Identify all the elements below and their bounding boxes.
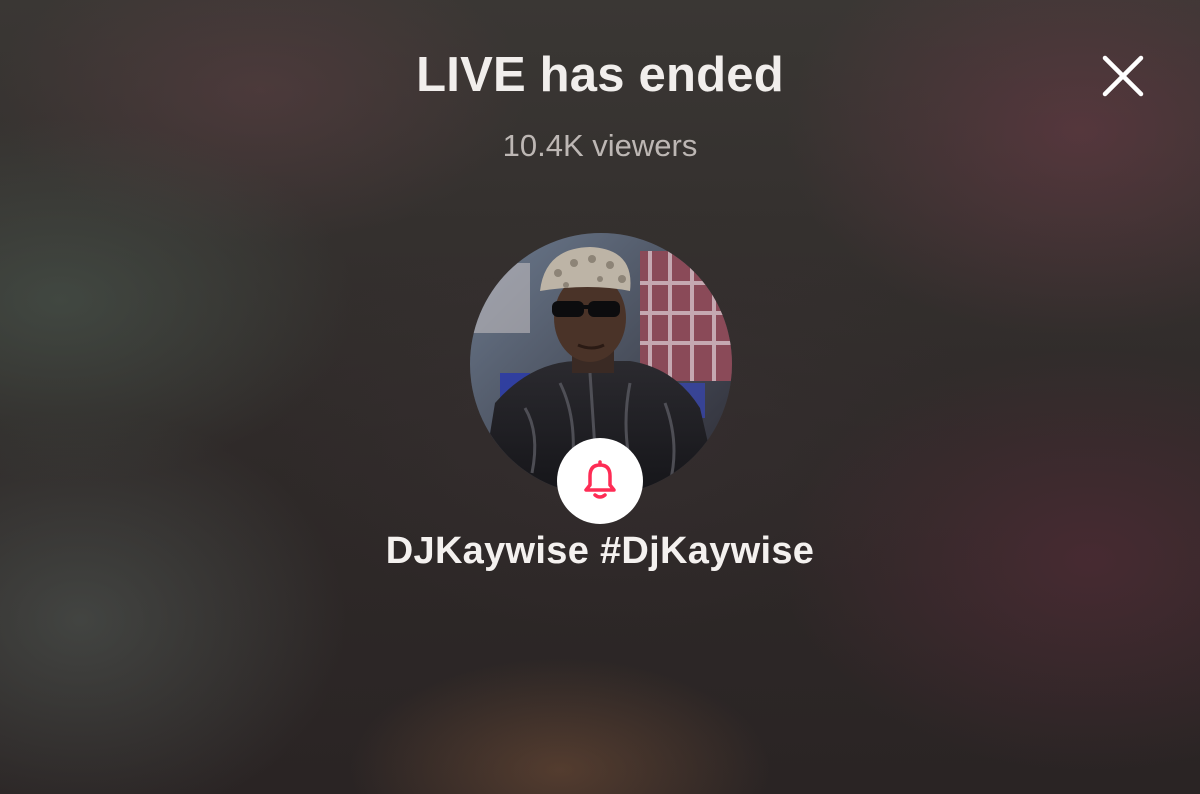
notify-button[interactable] [557, 438, 643, 524]
host-username[interactable]: DJKaywise #DjKaywise [0, 530, 1200, 573]
close-icon [1102, 55, 1144, 97]
bell-icon [584, 460, 616, 499]
close-button[interactable] [1101, 54, 1145, 98]
page-title: LIVE has ended [416, 48, 784, 102]
viewer-count: 10.4K viewers [502, 128, 698, 163]
